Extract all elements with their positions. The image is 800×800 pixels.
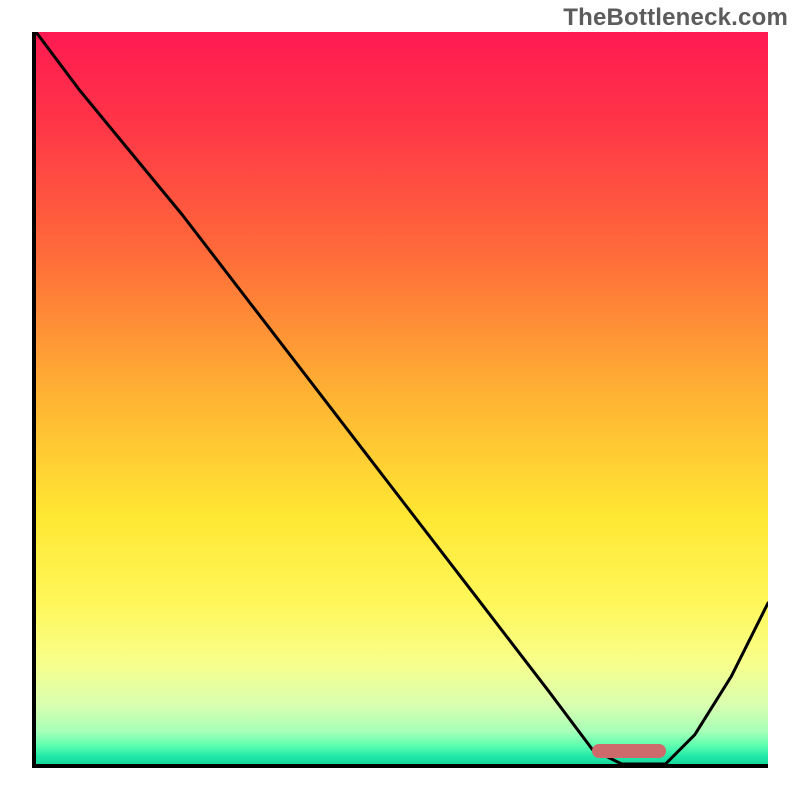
chart-container: TheBottleneck.com [0,0,800,800]
heat-gradient-background [36,32,768,764]
watermark-text: TheBottleneck.com [563,4,788,32]
optimal-range-marker [592,744,665,758]
plot-area [36,32,768,764]
